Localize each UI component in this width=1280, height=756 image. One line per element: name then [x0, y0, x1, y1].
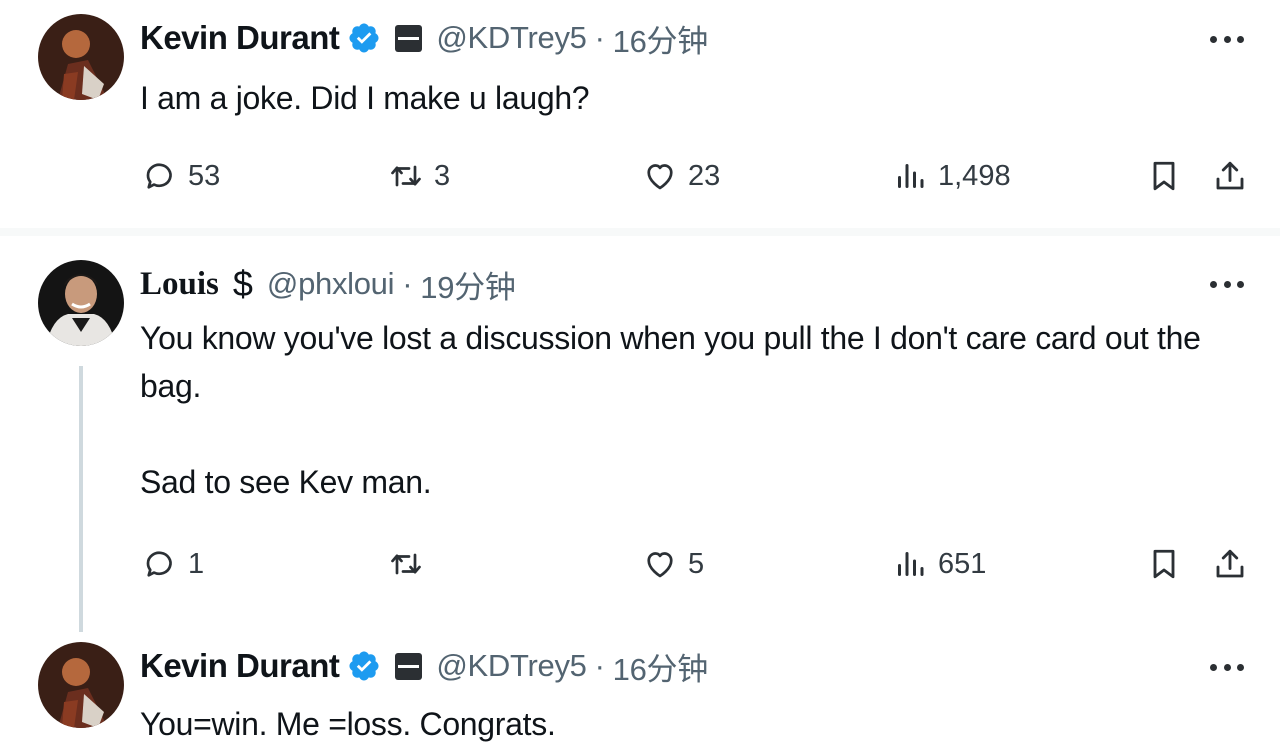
tweet-text: You know you've lost a discussion when y…: [140, 314, 1201, 506]
action-bar: 53 3 23 1,498: [0, 154, 1280, 198]
tweet-text: You=win. Me =loss. Congrats.: [140, 700, 556, 748]
tweet-text-line: Sad to see Kev man.: [140, 464, 432, 500]
like-icon: [647, 164, 673, 190]
like-count: 5: [688, 547, 705, 580]
tweet-text: I am a joke. Did I make u laugh?: [140, 74, 590, 122]
like-button[interactable]: 5: [642, 542, 704, 586]
views-button[interactable]: 1,498: [892, 154, 1011, 198]
like-icon: [647, 552, 673, 578]
name-emoji: $: [232, 263, 253, 304]
retweet-count: 3: [434, 159, 451, 192]
share-icon: [1216, 161, 1244, 190]
display-name[interactable]: Louis: [140, 266, 219, 303]
action-bar: 1 5 651: [0, 542, 1280, 586]
thread-line: [79, 366, 83, 632]
tweet-2[interactable]: Louis $ @phxloui · 19分钟 You know you've …: [0, 236, 1280, 632]
share-button[interactable]: [1212, 154, 1248, 198]
view-count: 651: [938, 547, 987, 580]
tweet-text-line: You know you've lost a discussion when y…: [140, 320, 1201, 356]
separator: ·: [594, 20, 605, 55]
retweet-button[interactable]: [388, 542, 434, 586]
handle[interactable]: @KDTrey5: [436, 648, 587, 684]
retweet-icon: [391, 553, 421, 575]
timestamp[interactable]: 16分钟: [613, 16, 709, 61]
avatar-kevin-durant[interactable]: [38, 14, 124, 100]
verified-icon: [349, 23, 379, 53]
tweet-header: Louis $ @phxloui · 19分钟: [140, 262, 516, 306]
retweet-button[interactable]: 3: [388, 154, 450, 198]
flag-icon: [395, 24, 423, 52]
view-count: 1,498: [938, 159, 1011, 192]
like-count: 23: [688, 159, 721, 192]
reply-button[interactable]: 1: [142, 542, 204, 586]
separator: ·: [594, 648, 605, 683]
timestamp[interactable]: 19分钟: [420, 262, 516, 307]
tweet-text-line: bag.: [140, 368, 202, 404]
like-button[interactable]: 23: [642, 154, 720, 198]
handle[interactable]: @phxloui: [267, 266, 395, 302]
share-button[interactable]: [1212, 542, 1248, 586]
bookmark-icon: [1153, 161, 1175, 191]
timestamp[interactable]: 16分钟: [613, 644, 709, 689]
avatar-image: [38, 642, 124, 728]
retweet-icon: [391, 165, 421, 187]
separator: ·: [402, 266, 413, 301]
tweet-1[interactable]: Kevin Durant @KDTrey5 · 16分钟 I am a joke…: [0, 0, 1280, 228]
reply-icon: [146, 163, 172, 189]
bookmark-icon: [1153, 549, 1175, 579]
verified-icon: [349, 651, 379, 681]
views-button[interactable]: 651: [892, 542, 986, 586]
avatar-louis[interactable]: [38, 260, 124, 346]
views-icon: [898, 164, 924, 188]
tweet-header: Kevin Durant @KDTrey5 · 16分钟: [140, 16, 708, 60]
avatar-image: [38, 260, 124, 346]
flag-icon: [395, 652, 423, 680]
tweet-3[interactable]: Kevin Durant @KDTrey5 · 16分钟 You=win. Me…: [0, 632, 1280, 756]
reply-icon: [146, 551, 172, 577]
more-icon[interactable]: [1210, 661, 1244, 673]
tweet-header: Kevin Durant @KDTrey5 · 16分钟: [140, 644, 708, 688]
reply-count: 1: [188, 547, 205, 580]
handle[interactable]: @KDTrey5: [436, 20, 587, 56]
more-icon[interactable]: [1210, 278, 1244, 290]
display-name[interactable]: Kevin Durant: [140, 647, 340, 685]
avatar-image: [38, 14, 124, 100]
share-icon: [1216, 549, 1244, 578]
tweet-text-line: You=win. Me =loss. Congrats.: [140, 706, 556, 742]
bookmark-button[interactable]: [1146, 542, 1182, 586]
bookmark-button[interactable]: [1146, 154, 1182, 198]
views-icon: [898, 552, 924, 576]
reply-count: 53: [188, 159, 221, 192]
reply-button[interactable]: 53: [142, 154, 220, 198]
more-icon[interactable]: [1210, 33, 1244, 45]
avatar-kevin-durant[interactable]: [38, 642, 124, 728]
tweet-text-line: I am a joke. Did I make u laugh?: [140, 80, 590, 116]
display-name[interactable]: Kevin Durant: [140, 19, 340, 57]
